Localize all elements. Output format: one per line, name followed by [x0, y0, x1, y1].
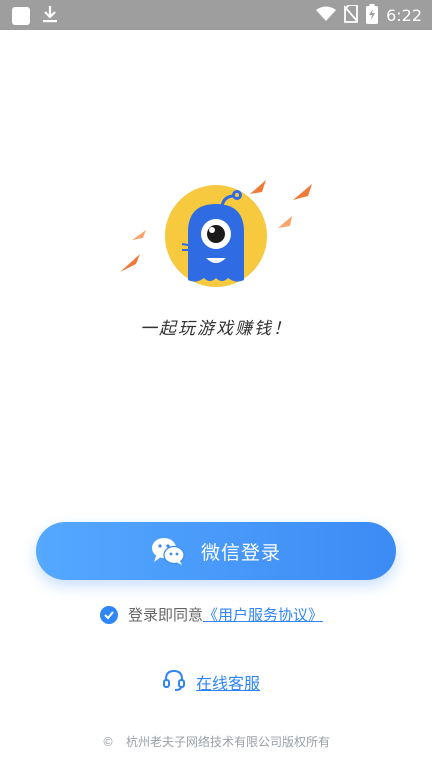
agreement-row: 登录即同意《用户服务协议》	[100, 604, 323, 625]
online-service-label: 在线客服	[196, 674, 261, 693]
status-bar: 6:22	[0, 0, 432, 30]
app-logo	[110, 172, 320, 302]
wechat-icon	[151, 537, 185, 565]
wechat-login-button[interactable]: 微信登录	[36, 522, 396, 580]
agreement-text: 登录即同意《用户服务协议》	[128, 604, 323, 625]
battery-charging-icon	[366, 4, 379, 28]
online-service-link[interactable]: 在线客服	[162, 668, 260, 696]
app-slogan: 一起玩游戏赚钱！	[140, 319, 292, 339]
user-agreement-link[interactable]: 《用户服务协议》	[203, 606, 323, 624]
no-sim-icon	[343, 4, 359, 27]
wifi-icon	[316, 6, 337, 26]
status-left	[12, 5, 58, 27]
company-name: 杭州老夫子网络技术有限公司版权所有	[125, 735, 330, 749]
download-icon	[42, 5, 58, 27]
copyright-symbol: ©	[101, 734, 114, 749]
status-right: 6:22	[316, 4, 422, 28]
wechat-login-label: 微信登录	[200, 541, 281, 564]
agreement-prefix: 登录即同意	[128, 606, 204, 624]
status-time: 6:22	[386, 6, 422, 25]
headset-icon	[162, 668, 186, 696]
mascot-one-eyed-monster-icon	[120, 180, 312, 287]
notification-square-icon	[12, 7, 30, 25]
agreement-checkbox[interactable]	[100, 605, 118, 624]
copyright-footer: © 杭州老夫子网络技术有限公司版权所有	[0, 733, 432, 750]
